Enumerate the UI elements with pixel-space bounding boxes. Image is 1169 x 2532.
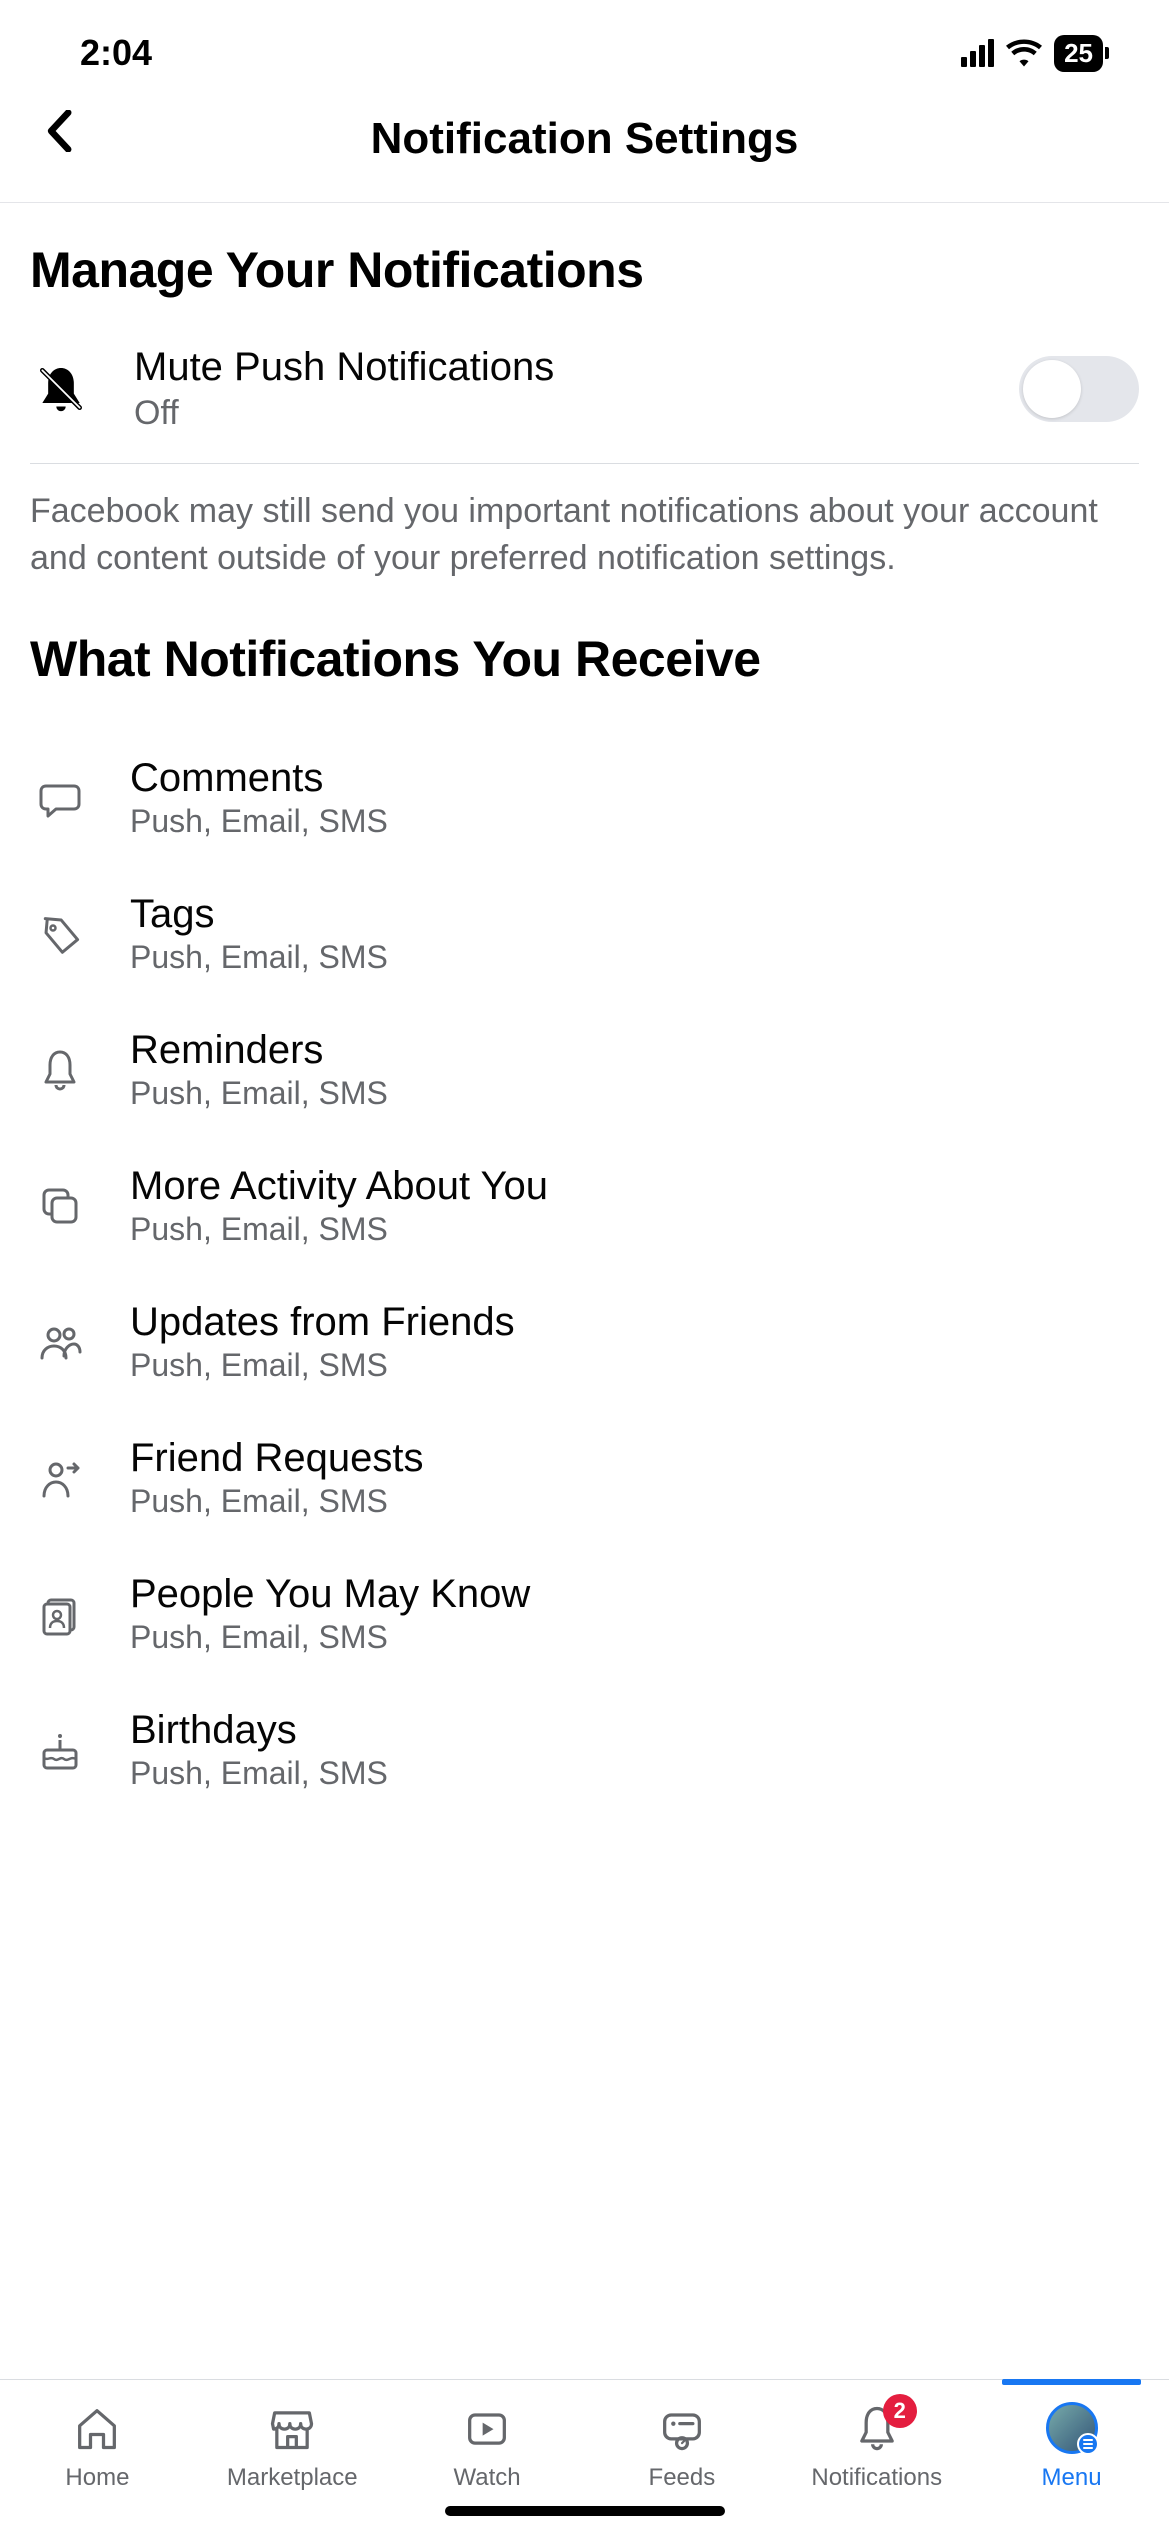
item-title: Friend Requests bbox=[130, 1436, 1139, 1481]
item-subtitle: Push, Email, SMS bbox=[130, 1211, 1139, 1248]
tab-label: Watch bbox=[454, 2464, 521, 2492]
bell-icon: 2 bbox=[851, 2402, 903, 2454]
home-indicator bbox=[445, 2506, 725, 2516]
back-button[interactable] bbox=[34, 106, 84, 156]
status-time: 2:04 bbox=[80, 32, 152, 74]
notification-category-row[interactable]: TagsPush, Email, SMS bbox=[30, 866, 1139, 1002]
notifications-badge: 2 bbox=[883, 2394, 917, 2428]
avatar bbox=[1046, 2402, 1098, 2454]
manage-heading: Manage Your Notifications bbox=[30, 241, 1139, 299]
tag-icon bbox=[30, 910, 90, 958]
tab-label: Feeds bbox=[649, 2464, 716, 2492]
status-right: 25 bbox=[961, 35, 1109, 72]
stack-icon bbox=[30, 1182, 90, 1230]
item-subtitle: Push, Email, SMS bbox=[130, 1075, 1139, 1112]
notification-category-row[interactable]: More Activity About YouPush, Email, SMS bbox=[30, 1138, 1139, 1274]
tab-label: Menu bbox=[1042, 2464, 1102, 2492]
comment-icon bbox=[30, 774, 90, 822]
mute-state: Off bbox=[134, 394, 977, 433]
battery-icon: 25 bbox=[1054, 35, 1103, 72]
watch-icon bbox=[461, 2402, 513, 2454]
mute-title: Mute Push Notifications bbox=[134, 345, 977, 390]
friend-request-icon bbox=[30, 1454, 90, 1502]
tab-marketplace[interactable]: Marketplace bbox=[195, 2380, 390, 2532]
item-subtitle: Push, Email, SMS bbox=[130, 803, 1139, 840]
status-bar: 2:04 25 bbox=[0, 0, 1169, 84]
hamburger-badge-icon bbox=[1077, 2433, 1099, 2455]
item-subtitle: Push, Email, SMS bbox=[130, 939, 1139, 976]
page-header: Notification Settings bbox=[0, 84, 1169, 203]
receive-heading: What Notifications You Receive bbox=[30, 630, 1139, 688]
bell-muted-icon bbox=[30, 361, 92, 417]
mute-toggle[interactable] bbox=[1019, 356, 1139, 422]
notification-category-row[interactable]: Friend RequestsPush, Email, SMS bbox=[30, 1410, 1139, 1546]
feeds-icon bbox=[656, 2402, 708, 2454]
friends-icon bbox=[30, 1318, 90, 1366]
tab-menu[interactable]: Menu bbox=[974, 2380, 1169, 2532]
home-icon bbox=[71, 2402, 123, 2454]
item-subtitle: Push, Email, SMS bbox=[130, 1483, 1139, 1520]
item-title: Tags bbox=[130, 892, 1139, 937]
item-title: Comments bbox=[130, 756, 1139, 801]
tab-label: Home bbox=[65, 2464, 129, 2492]
item-title: Reminders bbox=[130, 1028, 1139, 1073]
marketplace-icon bbox=[266, 2402, 318, 2454]
notification-category-row[interactable]: BirthdaysPush, Email, SMS bbox=[30, 1682, 1139, 1818]
people-icon bbox=[30, 1590, 90, 1638]
avatar-icon bbox=[1046, 2402, 1098, 2454]
bell-icon bbox=[30, 1046, 90, 1094]
item-title: Birthdays bbox=[130, 1708, 1139, 1753]
tab-label: Marketplace bbox=[227, 2464, 358, 2492]
item-title: People You May Know bbox=[130, 1572, 1139, 1617]
item-subtitle: Push, Email, SMS bbox=[130, 1755, 1139, 1792]
item-title: More Activity About You bbox=[130, 1164, 1139, 1209]
disclaimer-text: Facebook may still send you important no… bbox=[30, 488, 1139, 582]
page-title: Notification Settings bbox=[371, 114, 799, 164]
item-subtitle: Push, Email, SMS bbox=[130, 1619, 1139, 1656]
notification-category-row[interactable]: CommentsPush, Email, SMS bbox=[30, 730, 1139, 866]
item-subtitle: Push, Email, SMS bbox=[130, 1347, 1139, 1384]
mute-push-row[interactable]: Mute Push Notifications Off bbox=[30, 333, 1139, 464]
cellular-icon bbox=[961, 39, 994, 67]
wifi-icon bbox=[1006, 39, 1042, 67]
notification-category-row[interactable]: RemindersPush, Email, SMS bbox=[30, 1002, 1139, 1138]
birthday-icon bbox=[30, 1726, 90, 1774]
tab-label: Notifications bbox=[811, 2464, 942, 2492]
tab-home[interactable]: Home bbox=[0, 2380, 195, 2532]
item-title: Updates from Friends bbox=[130, 1300, 1139, 1345]
notification-category-row[interactable]: Updates from FriendsPush, Email, SMS bbox=[30, 1274, 1139, 1410]
tab-notifications[interactable]: 2 Notifications bbox=[779, 2380, 974, 2532]
chevron-left-icon bbox=[44, 110, 74, 152]
notification-category-row[interactable]: People You May KnowPush, Email, SMS bbox=[30, 1546, 1139, 1682]
